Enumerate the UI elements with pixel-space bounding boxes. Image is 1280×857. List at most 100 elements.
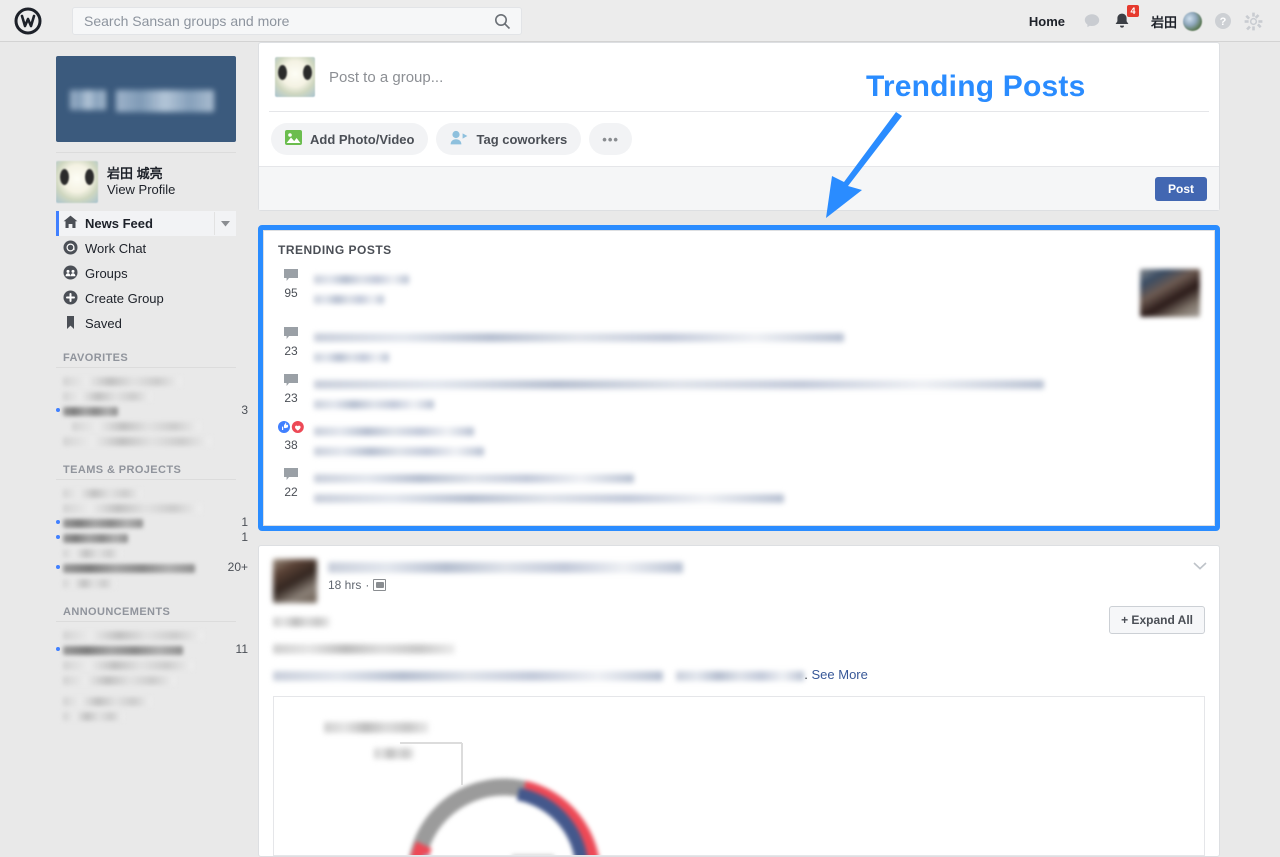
more-options-button[interactable]: •••	[589, 123, 632, 155]
list-item[interactable]	[56, 373, 250, 388]
list-item[interactable]: 1	[56, 530, 250, 545]
post-header: 18 hrs ·	[259, 546, 1219, 603]
profile-summary[interactable]: 岩田 城亮 View Profile	[56, 161, 250, 203]
unread-dot	[56, 647, 60, 651]
trending-count: 95	[284, 286, 298, 300]
trending-count: 23	[284, 391, 298, 405]
unread-dot	[56, 535, 60, 539]
composer-placeholder[interactable]: Post to a group...	[329, 69, 443, 86]
search-placeholder: Search Sansan groups and more	[84, 13, 290, 29]
list-item[interactable]	[56, 500, 250, 515]
notification-badge: 4	[1126, 5, 1139, 17]
comment-icon	[284, 327, 298, 343]
trending-row[interactable]: 38	[278, 417, 1200, 464]
post-author[interactable]	[328, 559, 683, 574]
list-item[interactable]	[56, 657, 250, 672]
top-nav-right: Home 4 岩田 ?	[1017, 0, 1268, 42]
comment-icon	[284, 374, 298, 390]
post-attachment[interactable]	[273, 696, 1205, 856]
feed-post: 18 hrs · + Expand All . See More	[258, 545, 1220, 857]
trending-row[interactable]: 23	[278, 370, 1200, 417]
list-item[interactable]: 11	[56, 642, 250, 657]
unread-count: 20+	[227, 560, 248, 574]
list-item[interactable]	[56, 433, 250, 448]
add-photo-video-button[interactable]: Add Photo/Video	[271, 123, 429, 155]
section-header-favorites: FAVORITES	[63, 352, 129, 364]
home-icon	[63, 215, 78, 232]
list-item[interactable]	[56, 693, 250, 708]
section-header-teams-projects: TEAMS & PROJECTS	[63, 464, 182, 476]
top-navigation-bar: Search Sansan groups and more Home 4 岩田	[0, 0, 1280, 42]
trending-row[interactable]: 22	[278, 464, 1200, 511]
chevron-down-icon[interactable]	[1193, 558, 1207, 573]
list-item[interactable]	[56, 627, 250, 642]
unread-dot	[56, 520, 60, 524]
sidebar-item-label: News Feed	[85, 216, 153, 231]
list-item[interactable]: 20+	[56, 560, 250, 575]
chevron-down-icon[interactable]	[214, 212, 236, 235]
bookmark-icon	[63, 315, 78, 333]
divider	[56, 479, 236, 480]
unread-dot	[56, 408, 60, 412]
sidebar-item-saved[interactable]: Saved	[56, 311, 250, 336]
ellipsis-icon: •••	[602, 131, 619, 147]
list-item[interactable]	[56, 545, 250, 560]
nav-home-link[interactable]: Home	[1017, 14, 1077, 29]
post-composer: Post to a group... Add Photo/Video Tag c…	[258, 42, 1220, 211]
sidebar-item-label: Work Chat	[85, 241, 147, 256]
sidebar-item-work-chat[interactable]: Work Chat	[56, 236, 250, 261]
unread-count: 3	[241, 403, 248, 417]
section-header-announcements: ANNOUNCEMENTS	[63, 606, 171, 618]
search-icon	[494, 13, 511, 33]
question-mark-icon[interactable]: ?	[1208, 6, 1238, 36]
sidebar-item-create-group[interactable]: Create Group	[56, 286, 250, 311]
unread-count: 1	[241, 530, 248, 544]
list-item[interactable]	[56, 418, 250, 433]
list-item[interactable]	[56, 672, 250, 687]
attachment-label	[324, 719, 429, 734]
divider	[56, 621, 236, 622]
comment-icon	[284, 269, 298, 285]
svg-text:?: ?	[1220, 16, 1227, 28]
trending-row[interactable]: 23	[278, 323, 1200, 370]
arrow-down-left-icon	[826, 112, 902, 218]
post-timestamp[interactable]: 18 hrs	[328, 578, 361, 592]
see-more-link[interactable]: See More	[812, 667, 868, 682]
list-item[interactable]	[56, 575, 250, 590]
list-item[interactable]: 1	[56, 515, 250, 530]
like-heart-icon	[278, 421, 304, 437]
nav-user-name[interactable]: 岩田	[1151, 12, 1177, 31]
list-item[interactable]	[56, 485, 250, 500]
avatar[interactable]	[1183, 11, 1202, 31]
workplace-logo[interactable]	[14, 7, 42, 35]
unread-count: 1	[241, 515, 248, 529]
cover-photo	[56, 56, 236, 142]
person-tag-icon	[450, 130, 468, 148]
list-item[interactable]: 3	[56, 403, 250, 418]
composer-footer: Post	[259, 166, 1219, 210]
profile-name: 岩田 城亮	[107, 166, 163, 181]
search-input[interactable]: Search Sansan groups and more	[72, 7, 522, 35]
group-icon	[373, 579, 387, 591]
trending-row[interactable]: 95	[278, 265, 1200, 323]
ellipsis-text: .	[804, 667, 808, 682]
sidebar-item-label: Saved	[85, 316, 122, 331]
post-button[interactable]: Post	[1154, 176, 1207, 201]
trending-count: 22	[284, 485, 298, 499]
trending-posts-title: TRENDING POSTS	[278, 243, 392, 257]
sidebar-item-news-feed[interactable]: News Feed	[56, 211, 236, 236]
view-profile-link[interactable]: View Profile	[107, 182, 175, 198]
sidebar-item-groups[interactable]: Groups	[56, 261, 250, 286]
avatar	[275, 57, 315, 97]
post-meta: 18 hrs ·	[328, 578, 683, 592]
list-item[interactable]	[56, 388, 250, 403]
bell-icon[interactable]: 4	[1107, 5, 1139, 36]
tag-coworkers-button[interactable]: Tag coworkers	[436, 123, 582, 155]
gauge-chart-image	[400, 742, 599, 855]
gear-icon[interactable]	[1238, 6, 1268, 36]
list-item[interactable]	[56, 708, 250, 723]
add-photo-video-label: Add Photo/Video	[310, 131, 415, 147]
avatar[interactable]	[273, 559, 317, 603]
chat-bubble-icon[interactable]	[1077, 6, 1107, 36]
expand-all-button[interactable]: + Expand All	[1109, 606, 1205, 634]
